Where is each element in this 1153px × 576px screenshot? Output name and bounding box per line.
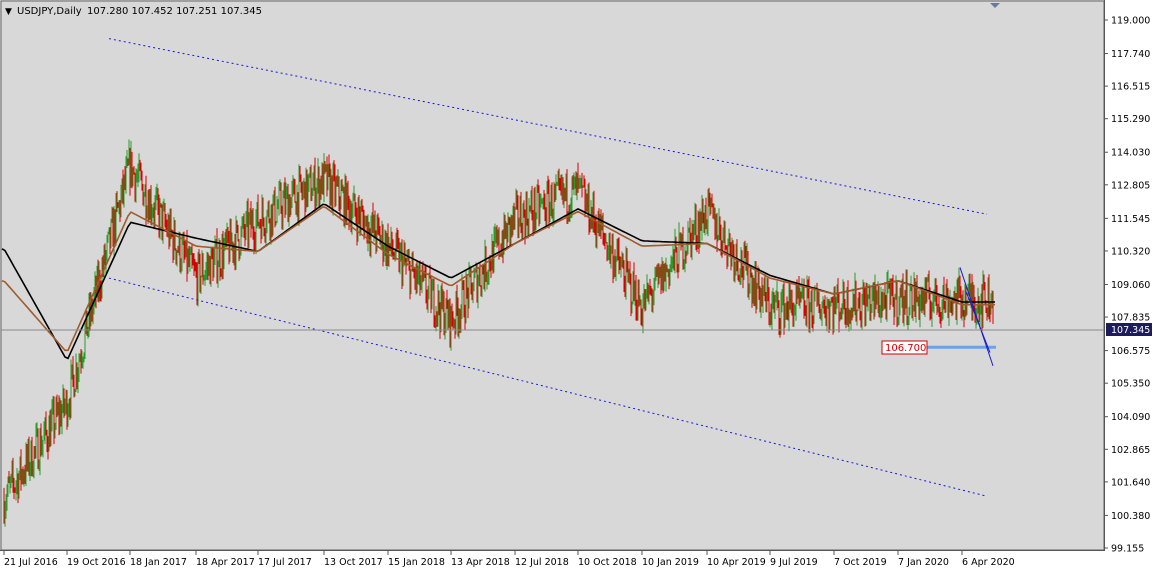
current-price-text: 107.345: [1111, 325, 1150, 336]
price-tick-label: 119.000: [1111, 16, 1150, 27]
ohlc-values: 107.280 107.452 107.251 107.345: [87, 6, 262, 17]
chart-svg[interactable]: 119.000 117.740 116.515 115.290 114.030 112.8…: [0, 0, 1153, 572]
time-tick-label: 7 Oct 2019: [834, 557, 887, 568]
time-tick-label: 17 Jul 2017: [258, 557, 312, 568]
menu-arrow-icon[interactable]: ▼: [5, 7, 12, 17]
time-tick-label: 13 Oct 2017: [324, 557, 383, 568]
price-tick-label: 105.350: [1111, 379, 1150, 390]
time-tick-label: 19 Oct 2016: [67, 557, 126, 568]
price-tick-label: 106.575: [1111, 346, 1150, 357]
time-tick-label: 12 Jul 2018: [515, 557, 569, 568]
time-tick-label: 21 Jul 2016: [4, 557, 58, 568]
price-tick-label: 101.640: [1111, 477, 1150, 488]
price-tick-label: 117.740: [1111, 49, 1150, 60]
price-tick-label: 109.060: [1111, 280, 1150, 291]
time-tick-label: 10 Oct 2018: [578, 557, 637, 568]
price-tick-label: 110.320: [1111, 246, 1150, 257]
price-tick-label: 102.865: [1111, 445, 1150, 456]
time-tick-label: 10 Jan 2019: [642, 557, 699, 568]
price-tick-label: 107.835: [1111, 313, 1150, 324]
time-tick-label: 18 Jan 2017: [130, 557, 187, 568]
time-tick-label: 9 Jul 2019: [770, 557, 818, 568]
time-tick-label: 6 Apr 2020: [962, 557, 1015, 568]
price-tick-label: 115.290: [1111, 114, 1150, 125]
price-tick-label: 111.545: [1111, 214, 1150, 225]
time-tick-label: 10 Apr 2019: [707, 557, 766, 568]
level-label-text: 106.700: [885, 343, 926, 354]
price-tick-label: 99.155: [1111, 544, 1144, 555]
price-tick-label: 114.030: [1111, 148, 1150, 159]
time-tick-label: 18 Apr 2017: [196, 557, 255, 568]
time-tick-label: 15 Jan 2018: [388, 557, 445, 568]
time-tick-label: 7 Jan 2020: [898, 557, 949, 568]
price-tick-label: 104.090: [1111, 412, 1150, 423]
price-tick-label: 116.515: [1111, 82, 1150, 93]
price-tick-label: 112.805: [1111, 180, 1150, 191]
chart-window[interactable]: 119.000 117.740 116.515 115.290 114.030 112.8…: [0, 0, 1153, 572]
price-tick-label: 100.380: [1111, 511, 1150, 522]
symbol-label: USDJPY,Daily: [17, 6, 82, 17]
time-tick-label: 13 Apr 2018: [451, 557, 510, 568]
plot-area[interactable]: [0, 0, 1153, 572]
